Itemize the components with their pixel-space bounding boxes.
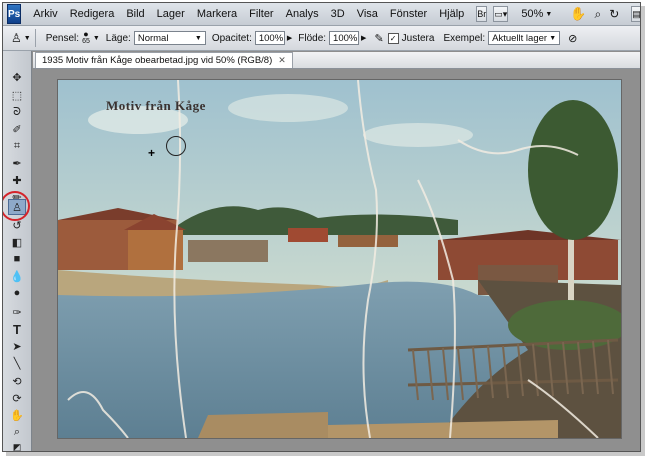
brush-dot-icon: ● bbox=[83, 29, 89, 39]
3d-camera-icon[interactable]: ⟳ bbox=[8, 390, 26, 406]
lasso-icon[interactable]: ᘐ bbox=[8, 104, 26, 120]
photo-caption: Motiv från Kåge bbox=[106, 98, 206, 113]
airbrush-icon[interactable]: ✎ bbox=[374, 32, 383, 45]
opacity-label: Opacitet: bbox=[211, 32, 252, 44]
brush-size: 65 bbox=[82, 38, 90, 45]
opacity-value: 100% bbox=[258, 32, 284, 44]
flow-label: Flöde: bbox=[298, 32, 327, 44]
menu-visa[interactable]: Visa bbox=[351, 8, 384, 20]
clone-stamp-preset-icon[interactable]: ♙ bbox=[11, 31, 22, 45]
close-icon[interactable]: ✕ bbox=[278, 55, 286, 66]
menu-hjalp[interactable]: Hjälp bbox=[433, 8, 470, 20]
align-label: Justera bbox=[401, 32, 435, 44]
mode-label: Läge: bbox=[105, 32, 131, 44]
screen-mode-icon[interactable]: ▭▾ bbox=[493, 6, 509, 22]
menu-markera[interactable]: Markera bbox=[191, 8, 243, 20]
flow-value: 100% bbox=[333, 32, 358, 44]
quick-select-icon[interactable]: ✐ bbox=[8, 121, 26, 137]
menu-bild[interactable]: Bild bbox=[120, 8, 150, 20]
chevron-down-icon: ▼ bbox=[194, 34, 202, 42]
move-icon[interactable]: ✥ bbox=[8, 69, 26, 85]
opacity-arrow-icon[interactable]: ▶ bbox=[287, 34, 292, 42]
ps-logo-icon: Ps bbox=[7, 4, 22, 24]
align-checkbox[interactable]: ✓ bbox=[387, 32, 399, 44]
chevron-down-icon: ▼ bbox=[549, 34, 557, 42]
brush-dropdown-icon[interactable]: ▼ bbox=[93, 35, 100, 42]
color-swatch-icon[interactable]: ◩ bbox=[8, 439, 26, 452]
crop-icon[interactable]: ⌗ bbox=[8, 138, 26, 154]
path-select-icon[interactable]: ➤ bbox=[8, 338, 26, 354]
sample-label: Exempel: bbox=[443, 32, 486, 44]
menu-bar: Ps Arkiv Redigera Bild Lager Markera Fil… bbox=[3, 3, 640, 26]
brush-cursor bbox=[166, 136, 186, 156]
document-tab[interactable]: 1935 Motiv från Kåge obearbetad.jpg vid … bbox=[35, 52, 293, 68]
eraser-icon[interactable]: ◧ bbox=[8, 234, 26, 250]
menu-redigera[interactable]: Redigera bbox=[64, 8, 121, 20]
separator bbox=[34, 29, 36, 47]
menu-arkiv[interactable]: Arkiv bbox=[27, 8, 63, 20]
zoom-icon[interactable]: ⌕ bbox=[8, 424, 26, 440]
clone-source-crosshair: + bbox=[148, 146, 156, 160]
brush-preview[interactable]: ● 65 bbox=[82, 30, 90, 46]
menu-filter[interactable]: Filter bbox=[243, 8, 279, 20]
pen-icon[interactable]: ✑ bbox=[8, 304, 26, 320]
mode-select[interactable]: Normal ▼ bbox=[133, 31, 206, 45]
photo-image bbox=[58, 80, 621, 438]
mode-value: Normal bbox=[137, 32, 169, 44]
photo-canvas[interactable]: Motiv från Kåge + bbox=[57, 79, 622, 439]
type-icon[interactable]: T bbox=[8, 321, 26, 337]
eyedropper-icon[interactable]: ✒ bbox=[8, 155, 26, 171]
ignore-adjustment-icon[interactable]: ⊘ bbox=[568, 32, 577, 45]
flow-input[interactable]: 100% bbox=[329, 31, 360, 45]
3d-rotate-icon[interactable]: ⟲ bbox=[8, 373, 26, 389]
brush-label: Pensel: bbox=[45, 32, 80, 44]
options-bar: ♙ ▼ Pensel: ● 65 ▼ Läge: Normal ▼ Opacit… bbox=[3, 26, 640, 51]
document-tab-bar: 1935 Motiv från Kåge obearbetad.jpg vid … bbox=[33, 52, 640, 69]
zoom-tool-icon[interactable]: ⌕ bbox=[594, 7, 601, 22]
menu-lager[interactable]: Lager bbox=[151, 8, 191, 20]
marquee-icon[interactable]: ⬚ bbox=[8, 87, 26, 103]
zoom-level[interactable]: 50% bbox=[521, 8, 543, 20]
shape-icon[interactable]: ╲ bbox=[8, 355, 26, 371]
hand-icon[interactable]: ✋ bbox=[8, 407, 26, 423]
gradient-icon[interactable]: ■ bbox=[8, 251, 26, 267]
tools-panel: ✥ ⬚ ᘐ ✐ ⌗ ✒ ✚ ✏ ♙ ↺ ◧ ■ 💧 ● ✑ T ➤ ╲ ⟲ ⟳ … bbox=[3, 51, 32, 451]
preset-dropdown-icon[interactable]: ▼ bbox=[24, 35, 31, 42]
flow-arrow-icon[interactable]: ▶ bbox=[361, 34, 366, 42]
menu-analys[interactable]: Analys bbox=[280, 8, 325, 20]
sample-value: Aktuellt lager bbox=[492, 32, 548, 44]
dodge-icon[interactable]: ● bbox=[8, 285, 26, 301]
sample-select[interactable]: Aktuellt lager ▼ bbox=[488, 31, 561, 45]
menu-3d[interactable]: 3D bbox=[325, 8, 351, 20]
bridge-icon[interactable]: Br bbox=[476, 6, 488, 22]
healing-icon[interactable]: ✚ bbox=[8, 172, 26, 188]
rotate-view-icon[interactable]: ↻ bbox=[609, 7, 619, 21]
photoshop-window: Ps Arkiv Redigera Bild Lager Markera Fil… bbox=[2, 2, 641, 452]
opacity-input[interactable]: 100% bbox=[254, 31, 285, 45]
blur-icon[interactable]: 💧 bbox=[8, 268, 26, 284]
zoom-dropdown-icon[interactable]: ▼ bbox=[545, 11, 552, 18]
arrange-documents-icon[interactable]: ▤▾ bbox=[631, 6, 640, 22]
document-title: 1935 Motiv från Kåge obearbetad.jpg vid … bbox=[42, 55, 273, 66]
hand-tool-icon[interactable]: ✋ bbox=[570, 6, 586, 22]
menu-fonster[interactable]: Fönster bbox=[384, 8, 433, 20]
canvas-area[interactable]: Motiv från Kåge + bbox=[33, 69, 640, 451]
